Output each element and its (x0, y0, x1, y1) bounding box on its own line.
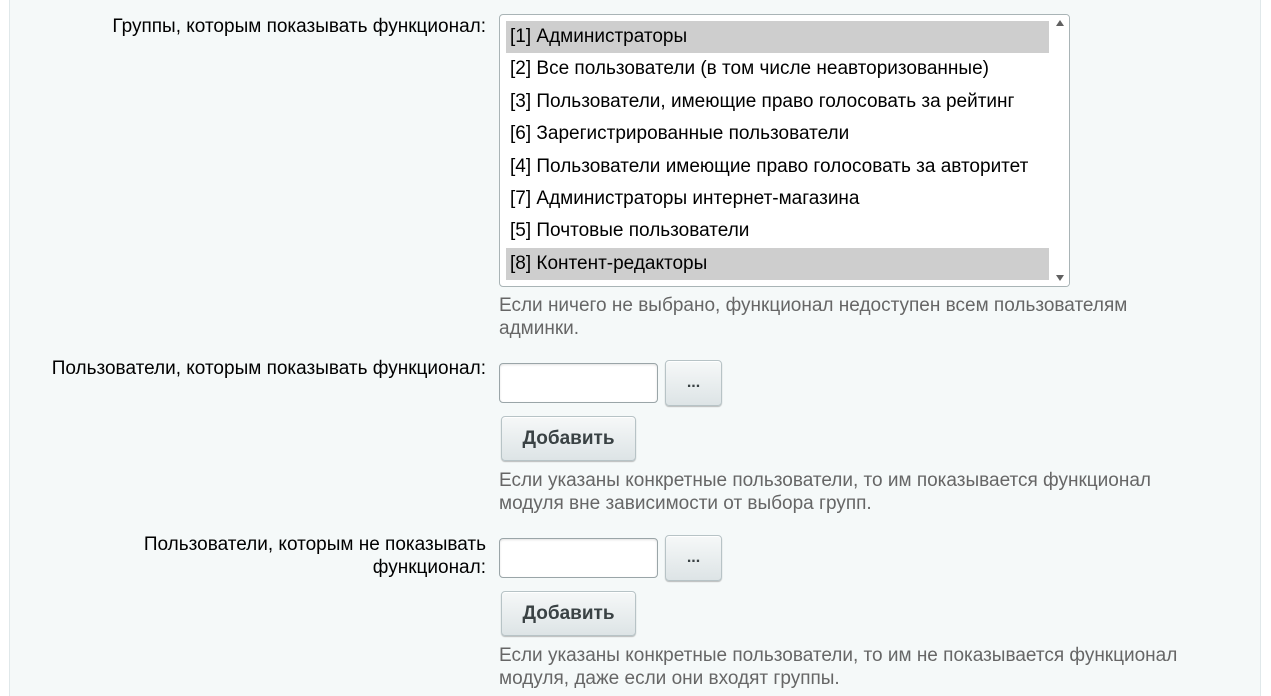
scroll-up-arrow-icon[interactable] (1056, 20, 1064, 26)
show-users-browse-button[interactable]: ... (665, 360, 722, 406)
hide-users-label: Пользователи, которым не показывать функ… (144, 533, 486, 579)
listbox-scrollbar[interactable] (1051, 15, 1069, 286)
group-option[interactable]: [3] Пользователи, имеющие право голосова… (506, 86, 1049, 118)
group-option[interactable]: [8] Контент-редакторы (506, 247, 1049, 281)
group-option[interactable]: [1] Администраторы (506, 21, 1049, 54)
group-option[interactable]: [6] Зарегистрированные пользователи (506, 118, 1049, 150)
groups-hint-line2: админки. (499, 318, 580, 339)
show-users-input[interactable] (499, 363, 658, 403)
groups-hint-line1: Если ничего не выбрано, функционал недос… (499, 295, 1128, 316)
group-option[interactable]: [4] Пользователи имеющие право голосоват… (506, 151, 1049, 183)
hide-users-label-line2: функционал: (372, 557, 486, 578)
hide-users-hint: Если указаны конкретные пользователи, то… (499, 644, 1177, 690)
show-users-hint: Если указаны конкретные пользователи, то… (499, 469, 1151, 515)
hide-users-browse-button[interactable]: ... (665, 535, 722, 581)
groups-listbox[interactable]: [1] Администраторы [2] Все пользователи (… (499, 14, 1070, 287)
show-users-hint-line2: модуля вне зависимости от выбора групп. (499, 493, 872, 514)
hide-users-hint-line2: модуля, даже если они входят группы. (499, 668, 840, 689)
group-option[interactable]: [7] Администраторы интернет-магазина (506, 183, 1049, 215)
show-users-hint-line1: Если указаны конкретные пользователи, то… (499, 470, 1151, 491)
groups-hint: Если ничего не выбрано, функционал недос… (499, 294, 1127, 340)
hide-users-add-button[interactable]: Добавить (501, 591, 636, 636)
scroll-down-arrow-icon[interactable] (1056, 275, 1064, 281)
show-users-add-button[interactable]: Добавить (501, 416, 636, 461)
show-users-label: Пользователи, которым показывать функцио… (51, 358, 486, 379)
group-option[interactable]: [5] Почтовые пользователи (506, 215, 1049, 247)
hide-users-hint-line1: Если указаны конкретные пользователи, то… (499, 645, 1178, 666)
hide-users-input[interactable] (499, 538, 658, 578)
groups-label: Группы, которым показывать функционал: (112, 16, 486, 37)
groups-options: [1] Администраторы [2] Все пользователи (… (506, 21, 1049, 281)
group-option[interactable]: [2] Все пользователи (в том числе неавто… (506, 53, 1049, 85)
hide-users-label-line1: Пользователи, которым не показывать (143, 534, 486, 555)
